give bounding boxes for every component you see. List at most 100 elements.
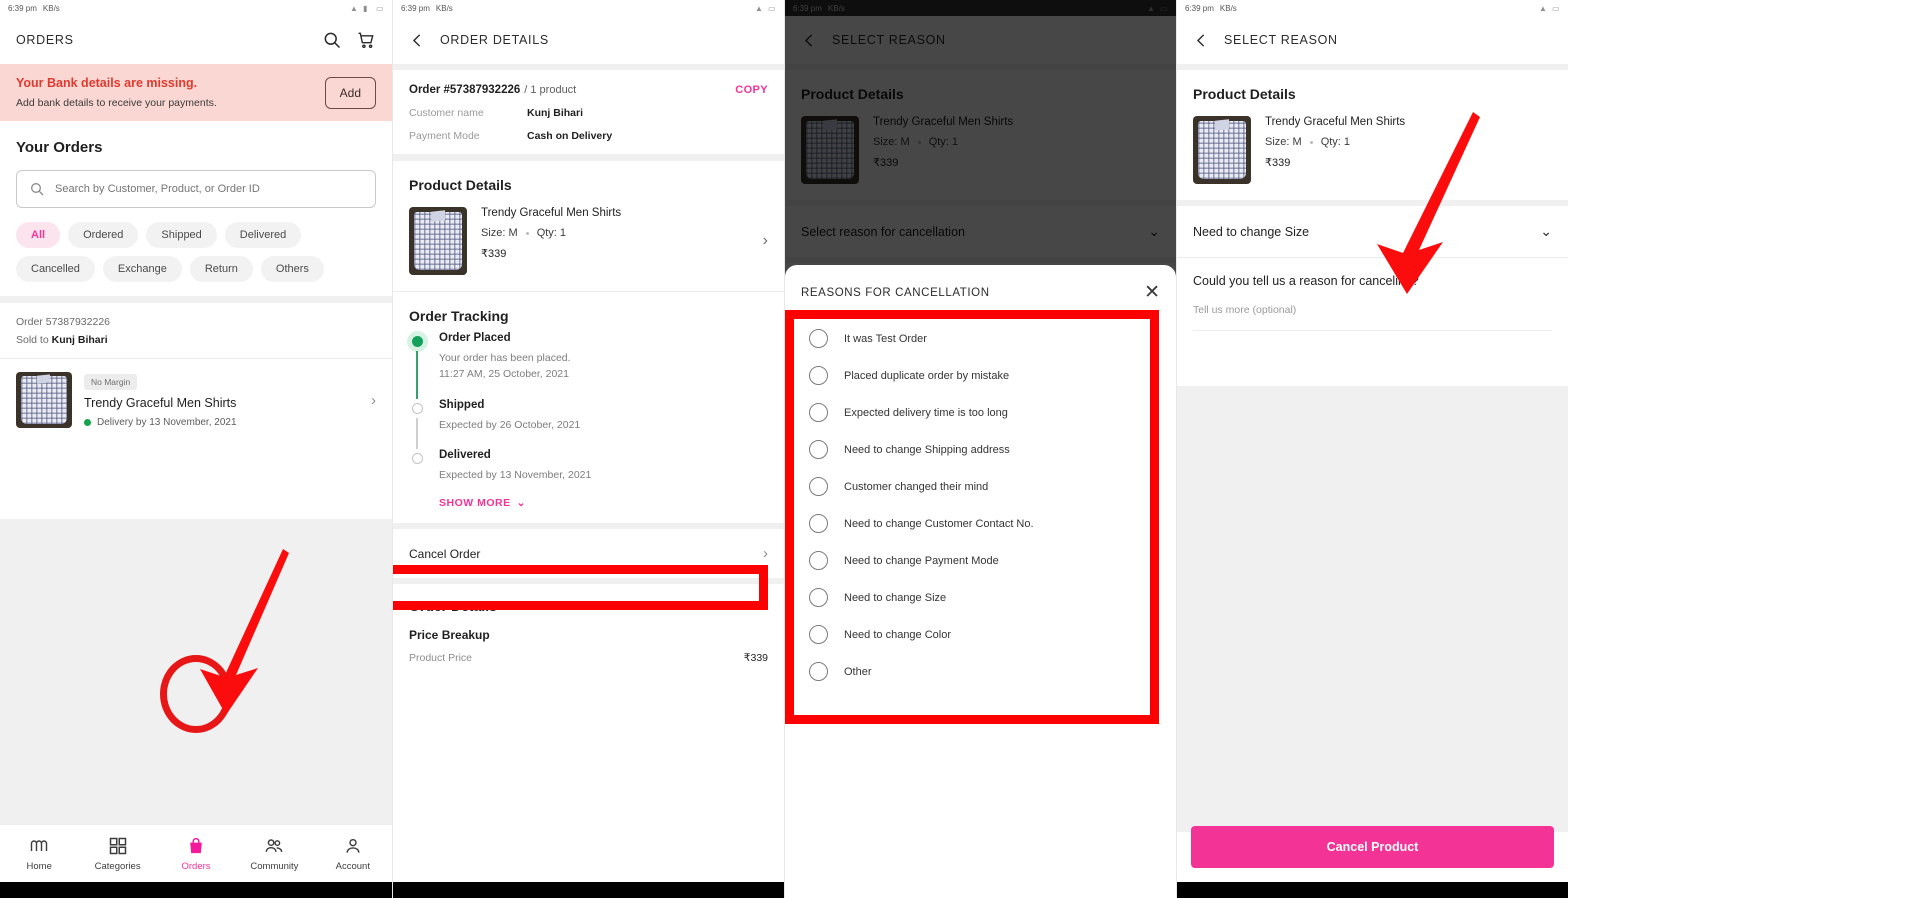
product-thumbnail: [409, 207, 467, 275]
product-qty: Qty: 1: [1320, 136, 1351, 148]
reason-option[interactable]: Need to change Size: [785, 579, 1176, 616]
filter-chip-all[interactable]: All: [16, 222, 61, 248]
home-m-icon: [29, 836, 49, 856]
filter-chip-ordered[interactable]: Ordered: [68, 222, 139, 248]
app-bar: SELECT REASON: [1177, 16, 1568, 64]
filter-chip-return[interactable]: Return: [189, 256, 253, 282]
nav-label: Orders: [181, 860, 211, 872]
chevron-right-icon: ›: [371, 391, 376, 409]
reason-option[interactable]: Need to change Customer Contact No.: [785, 505, 1176, 542]
tracking-title: Order Placed: [439, 332, 511, 344]
battery-icon: ▭: [1552, 4, 1560, 13]
nav-item-home[interactable]: Home: [0, 836, 78, 872]
nav-item-community[interactable]: Community: [235, 836, 313, 872]
radio-icon[interactable]: [809, 329, 828, 348]
sold-to-label: Sold to: [16, 334, 49, 346]
order-filter-chips: All Ordered Shipped Delivered Cancelled …: [0, 208, 392, 296]
radio-icon[interactable]: [809, 366, 828, 385]
chevron-down-icon: ⌄: [1540, 223, 1552, 239]
search-icon[interactable]: [322, 30, 342, 50]
nav-item-orders[interactable]: Orders: [157, 836, 235, 872]
filter-chip-delivered[interactable]: Delivered: [224, 222, 302, 248]
status-bar: 6:39 pm KB/s ▲ ▭: [1177, 0, 1568, 16]
nav-item-account[interactable]: Account: [314, 836, 392, 872]
tracking-step-shipped: Shipped Expected by 26 October, 2021: [409, 399, 768, 449]
field-key: Customer name: [409, 107, 484, 119]
reason-label: Need to change Size: [844, 591, 947, 604]
back-chevron-icon[interactable]: [1193, 32, 1210, 49]
search-box[interactable]: [16, 170, 376, 208]
radio-icon[interactable]: [809, 625, 828, 644]
product-name: Trendy Graceful Men Shirts: [481, 207, 622, 219]
close-icon[interactable]: ✕: [1144, 283, 1160, 302]
price-row-product-price: Product Price ₹339: [393, 642, 784, 664]
reason-label: It was Test Order: [844, 332, 927, 345]
reason-option[interactable]: It was Test Order: [785, 320, 1176, 357]
radio-icon[interactable]: [809, 477, 828, 496]
order-details-heading: Order Details: [409, 598, 497, 615]
reason-label: Customer changed their mind: [844, 480, 989, 493]
show-more-button[interactable]: SHOW MORE ⌄: [393, 495, 784, 523]
cart-icon[interactable]: [356, 30, 376, 50]
wifi-icon: ▲: [350, 4, 358, 13]
battery-icon: ▭: [376, 4, 384, 13]
product-price: ₹339: [1265, 157, 1291, 169]
reason-option[interactable]: Need to change Payment Mode: [785, 542, 1176, 579]
bank-details-banner: Your Bank details are missing. Add bank …: [0, 64, 392, 121]
reason-option[interactable]: Need to change Color: [785, 616, 1176, 653]
tracking-title: Delivered: [439, 448, 491, 461]
order-id-text: Order 57387932226: [16, 316, 110, 328]
panel-confirm-cancel: 6:39 pm KB/s ▲ ▭ SELECT REASON Product D…: [1176, 0, 1568, 898]
filter-chip-others[interactable]: Others: [260, 256, 324, 282]
radio-icon[interactable]: [809, 662, 828, 681]
radio-icon[interactable]: [809, 440, 828, 459]
panel-orders-list: 6:39 pm KB/s ▲ ▮ ▭ ORDERS Your Bank deta…: [0, 0, 392, 898]
filter-chip-cancelled[interactable]: Cancelled: [16, 256, 95, 282]
product-details-row[interactable]: Trendy Graceful Men Shirts Size: M Qty: …: [393, 193, 784, 291]
tracking-step-order-placed: Order Placed Your order has been placed.…: [409, 332, 768, 399]
radio-icon[interactable]: [809, 588, 828, 607]
radio-icon[interactable]: [809, 551, 828, 570]
reasons-bottom-sheet: REASONS FOR CANCELLATION ✕ It was Test O…: [785, 265, 1176, 898]
order-product-row[interactable]: No Margin Trendy Graceful Men Shirts Del…: [0, 359, 392, 441]
nav-item-categories[interactable]: Categories: [78, 836, 156, 872]
filter-chip-exchange[interactable]: Exchange: [102, 256, 182, 282]
reason-option[interactable]: Other: [785, 653, 1176, 690]
copy-button[interactable]: COPY: [735, 84, 768, 96]
reason-option[interactable]: Need to change Shipping address: [785, 431, 1176, 468]
product-details-heading: Product Details: [409, 177, 512, 193]
tracking-step-delivered: Delivered Expected by 13 November, 2021: [409, 449, 768, 489]
filter-chip-shipped[interactable]: Shipped: [146, 222, 217, 248]
bank-banner-subtitle: Add bank details to receive your payment…: [16, 97, 217, 109]
search-input[interactable]: [55, 183, 363, 195]
nav-label: Account: [335, 860, 370, 872]
product-thumbnail: [16, 372, 72, 428]
bottom-navigation: Home Categories Orders Community Account: [0, 824, 392, 882]
screenshot-board: 6:39 pm KB/s ▲ ▮ ▭ ORDERS Your Bank deta…: [0, 0, 1920, 898]
field-payment-mode: Payment Mode Cash on Delivery: [409, 130, 768, 142]
reason-option[interactable]: Expected delivery time is too long: [785, 394, 1176, 431]
product-qty: Qty: 1: [536, 227, 567, 239]
your-orders-heading: Your Orders: [16, 139, 103, 156]
product-count: / 1 product: [524, 84, 577, 96]
section-divider: [0, 296, 392, 303]
chevron-right-icon: ›: [762, 232, 768, 249]
reason-option[interactable]: Customer changed their mind: [785, 468, 1176, 505]
selected-reason-dropdown[interactable]: Need to change Size ⌄: [1177, 206, 1568, 257]
reason-question: Could you tell us a reason for canceling…: [1193, 274, 1419, 288]
add-bank-details-button[interactable]: Add: [324, 76, 376, 109]
cancel-order-row[interactable]: Cancel Order ›: [393, 529, 784, 579]
show-more-label: SHOW MORE: [439, 497, 511, 510]
reason-textarea[interactable]: Tell us more (optional): [1177, 304, 1568, 330]
reason-label: Need to change Payment Mode: [844, 554, 999, 567]
order-tracking-list: Order Placed Your order has been placed.…: [393, 324, 784, 495]
radio-icon[interactable]: [809, 403, 828, 422]
product-name: Trendy Graceful Men Shirts: [1265, 116, 1406, 128]
empty-area: [0, 519, 392, 824]
back-chevron-icon[interactable]: [409, 32, 426, 49]
radio-icon[interactable]: [809, 514, 828, 533]
reason-option[interactable]: Placed duplicate order by mistake: [785, 357, 1176, 394]
cancel-product-button[interactable]: Cancel Product: [1191, 826, 1554, 868]
tracking-time: 11:27 AM, 25 October, 2021: [439, 368, 569, 381]
page-title: ORDERS: [16, 33, 74, 47]
